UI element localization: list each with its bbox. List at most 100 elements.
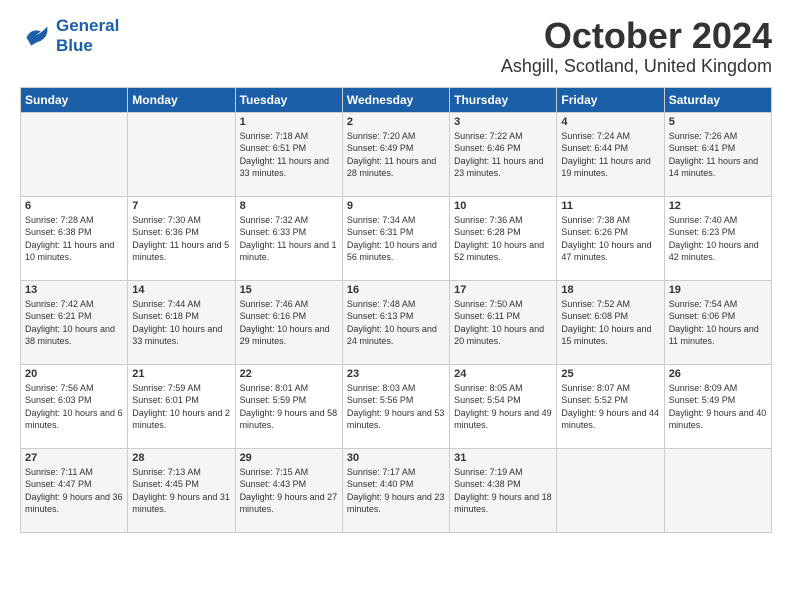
day-info: Sunrise: 7:42 AMSunset: 6:21 PMDaylight:… xyxy=(25,298,123,348)
day-info: Sunrise: 8:03 AMSunset: 5:56 PMDaylight:… xyxy=(347,382,445,432)
day-info: Sunrise: 7:56 AMSunset: 6:03 PMDaylight:… xyxy=(25,382,123,432)
calendar-cell: 6 Sunrise: 7:28 AMSunset: 6:38 PMDaylight… xyxy=(21,196,128,280)
day-info: Sunrise: 7:26 AMSunset: 6:41 PMDaylight:… xyxy=(669,130,767,180)
day-info: Sunrise: 8:09 AMSunset: 5:49 PMDaylight:… xyxy=(669,382,767,432)
day-info: Sunrise: 7:48 AMSunset: 6:13 PMDaylight:… xyxy=(347,298,445,348)
logo-icon xyxy=(20,20,52,52)
day-info: Sunrise: 7:46 AMSunset: 6:16 PMDaylight:… xyxy=(240,298,338,348)
calendar-cell: 23 Sunrise: 8:03 AMSunset: 5:56 PMDayligh… xyxy=(342,364,449,448)
calendar-cell: 1 Sunrise: 7:18 AMSunset: 6:51 PMDaylight… xyxy=(235,112,342,196)
calendar-cell: 30 Sunrise: 7:17 AMSunset: 4:40 PMDayligh… xyxy=(342,448,449,532)
day-number: 18 xyxy=(561,284,659,296)
day-number: 4 xyxy=(561,116,659,128)
day-number: 24 xyxy=(454,368,552,380)
day-info: Sunrise: 8:05 AMSunset: 5:54 PMDaylight:… xyxy=(454,382,552,432)
day-number: 30 xyxy=(347,452,445,464)
calendar-cell: 25 Sunrise: 8:07 AMSunset: 5:52 PMDayligh… xyxy=(557,364,664,448)
day-number: 9 xyxy=(347,200,445,212)
calendar-cell xyxy=(664,448,771,532)
calendar-week-row: 6 Sunrise: 7:28 AMSunset: 6:38 PMDaylight… xyxy=(21,196,772,280)
calendar-cell: 7Sunrise: 7:30 AMSunset: 6:36 PMDaylight… xyxy=(128,196,235,280)
day-number: 11 xyxy=(561,200,659,212)
weekday-header: Monday xyxy=(128,87,235,112)
main-container: General Blue October 2024 Ashgill, Scotl… xyxy=(0,0,792,543)
calendar-cell: 9 Sunrise: 7:34 AMSunset: 6:31 PMDaylight… xyxy=(342,196,449,280)
calendar-table: SundayMondayTuesdayWednesdayThursdayFrid… xyxy=(20,87,772,533)
day-info: Sunrise: 7:28 AMSunset: 6:38 PMDaylight:… xyxy=(25,214,123,264)
day-info: Sunrise: 7:19 AMSunset: 4:38 PMDaylight:… xyxy=(454,466,552,516)
calendar-cell: 11 Sunrise: 7:38 AMSunset: 6:26 PMDayligh… xyxy=(557,196,664,280)
day-number: 14 xyxy=(132,284,230,296)
calendar-cell: 28Sunrise: 7:13 AMSunset: 4:45 PMDayligh… xyxy=(128,448,235,532)
day-info: Sunrise: 7:36 AMSunset: 6:28 PMDaylight:… xyxy=(454,214,552,264)
calendar-week-row: 20 Sunrise: 7:56 AMSunset: 6:03 PMDayligh… xyxy=(21,364,772,448)
calendar-cell: 15Sunrise: 7:46 AMSunset: 6:16 PMDayligh… xyxy=(235,280,342,364)
calendar-cell: 5 Sunrise: 7:26 AMSunset: 6:41 PMDaylight… xyxy=(664,112,771,196)
day-info: Sunrise: 7:24 AMSunset: 6:44 PMDaylight:… xyxy=(561,130,659,180)
calendar-cell: 4 Sunrise: 7:24 AMSunset: 6:44 PMDaylight… xyxy=(557,112,664,196)
day-number: 16 xyxy=(347,284,445,296)
day-info: Sunrise: 7:32 AMSunset: 6:33 PMDaylight:… xyxy=(240,214,338,264)
day-number: 25 xyxy=(561,368,659,380)
weekday-header-row: SundayMondayTuesdayWednesdayThursdayFrid… xyxy=(21,87,772,112)
calendar-cell: 12Sunrise: 7:40 AMSunset: 6:23 PMDayligh… xyxy=(664,196,771,280)
calendar-cell: 8 Sunrise: 7:32 AMSunset: 6:33 PMDaylight… xyxy=(235,196,342,280)
calendar-cell: 24 Sunrise: 8:05 AMSunset: 5:54 PMDayligh… xyxy=(450,364,557,448)
calendar-cell: 18 Sunrise: 7:52 AMSunset: 6:08 PMDayligh… xyxy=(557,280,664,364)
calendar-week-row: 1 Sunrise: 7:18 AMSunset: 6:51 PMDaylight… xyxy=(21,112,772,196)
calendar-cell: 14Sunrise: 7:44 AMSunset: 6:18 PMDayligh… xyxy=(128,280,235,364)
weekday-header: Tuesday xyxy=(235,87,342,112)
day-number: 26 xyxy=(669,368,767,380)
day-info: Sunrise: 7:52 AMSunset: 6:08 PMDaylight:… xyxy=(561,298,659,348)
day-info: Sunrise: 8:01 AMSunset: 5:59 PMDaylight:… xyxy=(240,382,338,432)
calendar-cell: 20 Sunrise: 7:56 AMSunset: 6:03 PMDayligh… xyxy=(21,364,128,448)
logo: General Blue xyxy=(20,16,119,56)
day-info: Sunrise: 7:18 AMSunset: 6:51 PMDaylight:… xyxy=(240,130,338,180)
day-number: 10 xyxy=(454,200,552,212)
day-number: 13 xyxy=(25,284,123,296)
calendar-cell xyxy=(128,112,235,196)
header: General Blue October 2024 Ashgill, Scotl… xyxy=(20,16,772,77)
calendar-cell: 31 Sunrise: 7:19 AMSunset: 4:38 PMDayligh… xyxy=(450,448,557,532)
day-info: Sunrise: 7:15 AMSunset: 4:43 PMDaylight:… xyxy=(240,466,338,516)
calendar-cell: 2 Sunrise: 7:20 AMSunset: 6:49 PMDaylight… xyxy=(342,112,449,196)
day-info: Sunrise: 7:20 AMSunset: 6:49 PMDaylight:… xyxy=(347,130,445,180)
calendar-cell: 22 Sunrise: 8:01 AMSunset: 5:59 PMDayligh… xyxy=(235,364,342,448)
calendar-cell: 10 Sunrise: 7:36 AMSunset: 6:28 PMDayligh… xyxy=(450,196,557,280)
day-info: Sunrise: 7:22 AMSunset: 6:46 PMDaylight:… xyxy=(454,130,552,180)
day-number: 1 xyxy=(240,116,338,128)
day-number: 6 xyxy=(25,200,123,212)
day-number: 19 xyxy=(669,284,767,296)
calendar-cell: 21 Sunrise: 7:59 AMSunset: 6:01 PMDayligh… xyxy=(128,364,235,448)
day-number: 22 xyxy=(240,368,338,380)
weekday-header: Thursday xyxy=(450,87,557,112)
day-info: Sunrise: 7:34 AMSunset: 6:31 PMDaylight:… xyxy=(347,214,445,264)
day-info: Sunrise: 8:07 AMSunset: 5:52 PMDaylight:… xyxy=(561,382,659,432)
calendar-cell xyxy=(557,448,664,532)
weekday-header: Saturday xyxy=(664,87,771,112)
calendar-cell: 29 Sunrise: 7:15 AMSunset: 4:43 PMDayligh… xyxy=(235,448,342,532)
day-info: Sunrise: 7:38 AMSunset: 6:26 PMDaylight:… xyxy=(561,214,659,264)
day-number: 20 xyxy=(25,368,123,380)
day-number: 28 xyxy=(132,452,230,464)
day-info: Sunrise: 7:59 AMSunset: 6:01 PMDaylight:… xyxy=(132,382,230,432)
day-number: 29 xyxy=(240,452,338,464)
day-number: 21 xyxy=(132,368,230,380)
day-info: Sunrise: 7:17 AMSunset: 4:40 PMDaylight:… xyxy=(347,466,445,516)
calendar-cell: 27Sunrise: 7:11 AMSunset: 4:47 PMDayligh… xyxy=(21,448,128,532)
day-number: 23 xyxy=(347,368,445,380)
day-number: 8 xyxy=(240,200,338,212)
calendar-cell: 17 Sunrise: 7:50 AMSunset: 6:11 PMDayligh… xyxy=(450,280,557,364)
calendar-cell: 19Sunrise: 7:54 AMSunset: 6:06 PMDayligh… xyxy=(664,280,771,364)
logo-text: General Blue xyxy=(56,16,119,56)
day-number: 31 xyxy=(454,452,552,464)
day-info: Sunrise: 7:50 AMSunset: 6:11 PMDaylight:… xyxy=(454,298,552,348)
day-number: 2 xyxy=(347,116,445,128)
weekday-header: Wednesday xyxy=(342,87,449,112)
day-number: 5 xyxy=(669,116,767,128)
weekday-header: Friday xyxy=(557,87,664,112)
month-title: October 2024 xyxy=(501,16,772,56)
calendar-week-row: 27Sunrise: 7:11 AMSunset: 4:47 PMDayligh… xyxy=(21,448,772,532)
day-number: 17 xyxy=(454,284,552,296)
day-number: 12 xyxy=(669,200,767,212)
